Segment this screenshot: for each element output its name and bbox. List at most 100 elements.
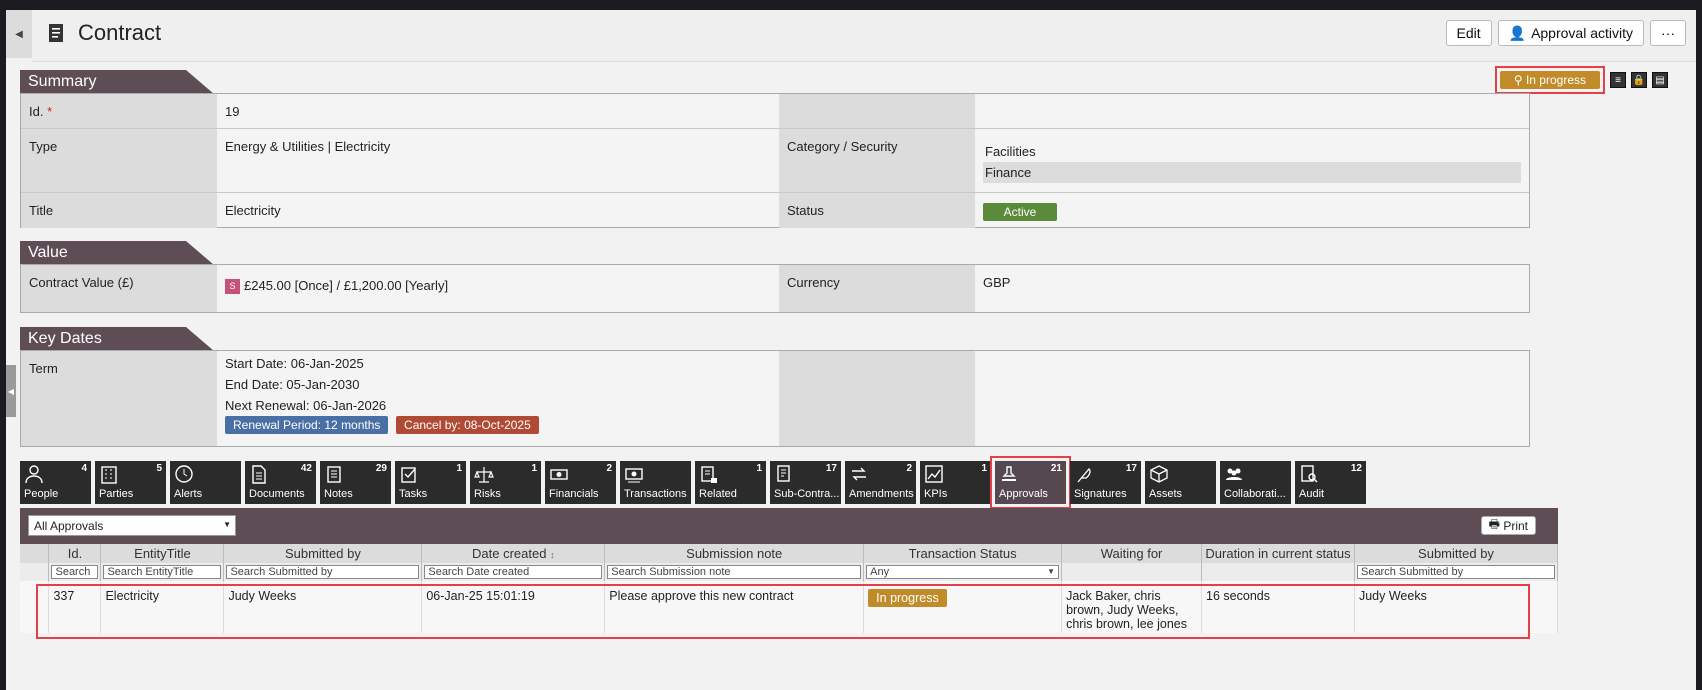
- contract-document-icon: [49, 24, 63, 42]
- tab-people[interactable]: 4 People: [20, 461, 91, 504]
- approval-activity-label: Approval activity: [1531, 25, 1633, 41]
- lock-icon[interactable]: 🔒: [1631, 72, 1647, 88]
- more-button[interactable]: ···: [1650, 20, 1686, 46]
- print-label: Print: [1503, 518, 1528, 533]
- tab-count: 2: [906, 463, 912, 474]
- empty-value: [975, 351, 1529, 446]
- tab-count: 17: [825, 463, 837, 474]
- column-header-label: Date created: [472, 546, 547, 561]
- column-header[interactable]: Transaction Status: [863, 544, 1063, 563]
- column-header[interactable]: Submission note: [604, 544, 865, 563]
- tasks-icon: [401, 467, 416, 483]
- column-header[interactable]: Waiting for: [1061, 544, 1203, 563]
- search-submitted-input[interactable]: Search Submitted by: [226, 565, 420, 579]
- tab-label: Collaborati...: [1224, 488, 1286, 500]
- column-header[interactable]: Submitted by: [1354, 544, 1559, 563]
- empty-label: [779, 94, 975, 128]
- search-entity-input[interactable]: Search EntityTitle: [103, 565, 222, 579]
- approvals-filter-select[interactable]: All Approvals ▼: [28, 515, 236, 536]
- summary-heading: Summary: [20, 70, 214, 94]
- approvals-toolbar: All Approvals ▼ 🖶 Print: [20, 508, 1558, 544]
- next-renewal: Next Renewal: 06-Jan-2026: [225, 398, 387, 413]
- search-id-input[interactable]: Search: [51, 565, 99, 579]
- tab-count: 29: [375, 463, 387, 474]
- contract-value-row: Contract Value (£) S £245.00 [Once] / £1,…: [21, 265, 1529, 312]
- tab-sub-contra[interactable]: 17 Sub-Contra...: [770, 461, 841, 504]
- tab-label: Transactions: [624, 488, 687, 500]
- tab-audit[interactable]: 12 Audit: [1295, 461, 1366, 504]
- person-icon: [25, 465, 43, 484]
- tab-collaborati[interactable]: Collaborati...: [1220, 461, 1291, 504]
- search-submitted-by-input[interactable]: Search Submitted by: [1356, 565, 1555, 579]
- document-icon[interactable]: ▤: [1652, 72, 1668, 88]
- group-icon: [1226, 468, 1242, 480]
- money-icon: [550, 469, 568, 480]
- type-row: Type Energy & Utilities | Electricity Ca…: [21, 129, 1529, 193]
- cell-duration: 16 seconds: [1201, 581, 1355, 633]
- tab-alerts[interactable]: Alerts: [170, 461, 241, 504]
- tab-notes[interactable]: 29 Notes: [320, 461, 391, 504]
- tab-count: 5: [156, 463, 162, 474]
- tab-assets[interactable]: Assets: [1145, 461, 1216, 504]
- print-button[interactable]: 🖶 Print: [1480, 516, 1536, 535]
- empty-label: [779, 351, 975, 446]
- table-row[interactable]: 337 Electricity Judy Weeks 06-Jan-25 15:…: [20, 581, 1559, 633]
- tab-documents[interactable]: 42 Documents: [245, 461, 316, 504]
- currency-value: GBP: [983, 275, 1011, 290]
- contract-window: ◀ Contract Edit 👤 Approval activity ··· ◀…: [6, 10, 1696, 690]
- search-date-input[interactable]: Search Date created: [424, 565, 603, 579]
- tab-label: Audit: [1299, 488, 1325, 500]
- tab-related[interactable]: 1 Related: [695, 461, 766, 504]
- chevron-down-icon: ▼: [223, 520, 231, 529]
- collapse-left-button[interactable]: ◀: [6, 10, 32, 58]
- person-icon: 👤: [1508, 24, 1527, 41]
- status-filter-select[interactable]: Any ▼: [866, 565, 1060, 579]
- edit-button[interactable]: Edit: [1445, 20, 1492, 46]
- tab-transactions[interactable]: Transactions: [620, 461, 691, 504]
- approval-activity-button[interactable]: 👤 Approval activity: [1497, 20, 1644, 46]
- term-row: Term Start Date: 06-Jan-2025 End Date: 0…: [21, 351, 1529, 446]
- tab-label: Notes: [324, 488, 353, 500]
- list-view-icon[interactable]: ≡: [1610, 72, 1626, 88]
- contract-value-cell: S £245.00 [Once] / £1,200.00 [Yearly]: [217, 265, 779, 312]
- approvals-filter-value: All Approvals: [34, 519, 104, 533]
- column-header[interactable]: EntityTitle: [100, 544, 225, 563]
- approval-status-chip[interactable]: ⚲ In progress: [1499, 71, 1600, 89]
- tab-risks[interactable]: 1 Risks: [470, 461, 541, 504]
- search-note-input[interactable]: Search Submission note: [607, 565, 862, 579]
- empty-value: [975, 94, 1529, 128]
- select-column-header: [20, 544, 50, 563]
- approvals-table: Id. EntityTitle Submitted by Date create…: [20, 544, 1559, 633]
- tab-signatures[interactable]: 17 Signatures: [1070, 461, 1141, 504]
- tab-label: Documents: [249, 488, 305, 500]
- tab-kpis[interactable]: 1 KPIs: [920, 461, 991, 504]
- column-header[interactable]: Date created ↕: [421, 544, 606, 563]
- row-select-cell[interactable]: [20, 581, 50, 633]
- tab-label: Tasks: [399, 488, 428, 500]
- term-values: Start Date: 06-Jan-2025 End Date: 05-Jan…: [217, 351, 779, 446]
- tab-label: People: [24, 488, 59, 500]
- tab-approvals[interactable]: 21 Approvals: [990, 456, 1071, 509]
- feather-icon: [1077, 468, 1091, 483]
- cancel-by-badge: Cancel by: 08-Oct-2025: [396, 416, 539, 434]
- column-header[interactable]: Duration in current status: [1201, 544, 1355, 563]
- tab-tasks[interactable]: 1 Tasks: [395, 461, 466, 504]
- tab-financials[interactable]: 2 Financials: [545, 461, 616, 504]
- sidebar-toggle[interactable]: ◀: [6, 365, 16, 417]
- scales-icon: [474, 467, 494, 483]
- tab-label: Assets: [1149, 488, 1183, 500]
- more-label: ···: [1661, 25, 1675, 41]
- column-header[interactable]: Submitted by: [223, 544, 423, 563]
- audit-icon: [1301, 465, 1318, 483]
- tab-label: Risks: [474, 488, 501, 500]
- approval-status-highlight: ⚲ In progress: [1494, 66, 1605, 94]
- tab-label: Alerts: [174, 488, 203, 500]
- tab-amendments[interactable]: 2 Amendments: [845, 461, 916, 504]
- column-header[interactable]: Id.: [48, 544, 102, 563]
- title-label: Title: [21, 193, 217, 228]
- category-label: Category / Security: [779, 129, 975, 192]
- tab-label: Sub-Contra...: [774, 488, 840, 500]
- tab-label: KPIs: [924, 488, 948, 500]
- contract-value-label: Contract Value (£): [21, 265, 217, 312]
- tab-parties[interactable]: 5 Parties: [95, 461, 166, 504]
